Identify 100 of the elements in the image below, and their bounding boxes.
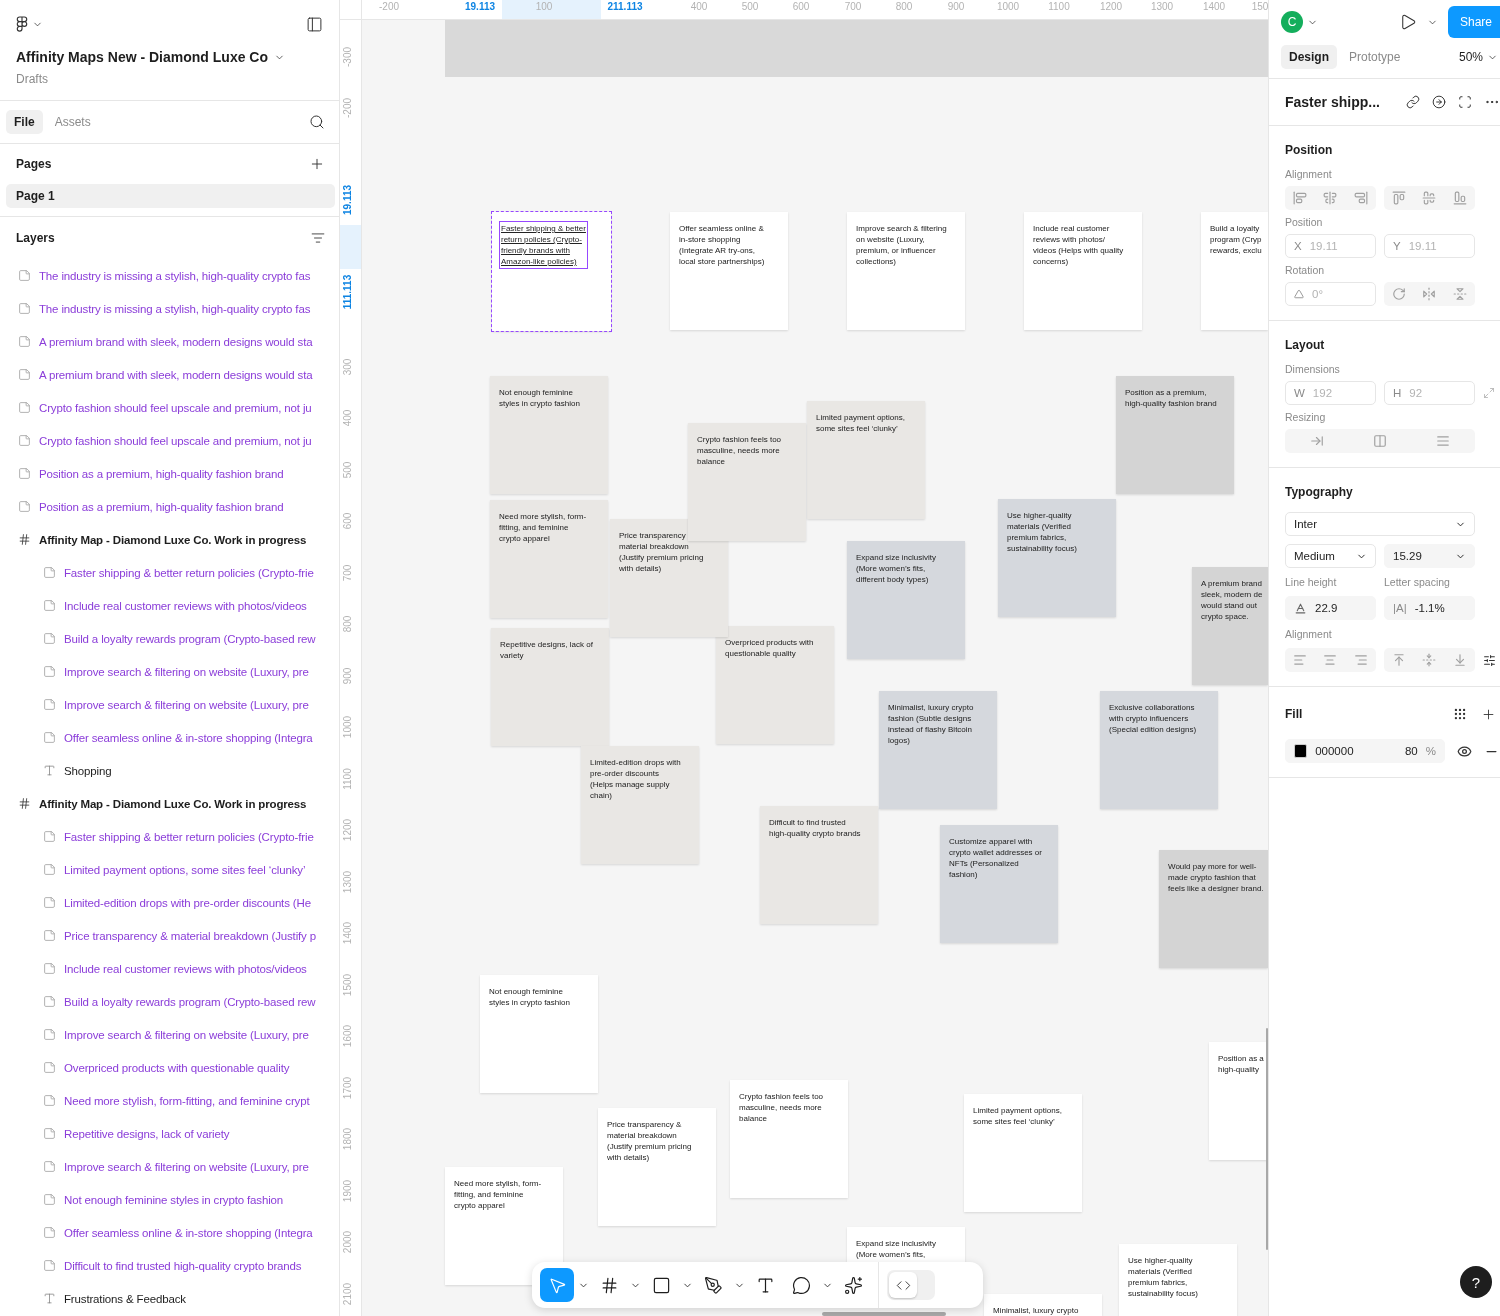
layer-name[interactable]: Faster shipping & better return policies (Crypto-frie — [64, 566, 314, 579]
layer-name[interactable]: Improve search & filtering on website (Luxury, pre — [64, 1160, 309, 1173]
sticky-note[interactable]: Faster shipping & better return policies (Crypto- friendly brands with Amazon-like policies) — [492, 212, 611, 331]
sticky-note[interactable]: Include real customer reviews with photos/ videos (Helps with quality concerns) — [1024, 212, 1142, 330]
logo-icon[interactable] — [16, 15, 28, 33]
align-top-icon[interactable] — [1392, 653, 1407, 667]
x-field[interactable]: X 19.11 — [1285, 234, 1376, 258]
font-dropdown[interactable]: Inter — [1285, 512, 1475, 536]
layer-name[interactable]: Position as a premium, high-quality fashion brand — [39, 467, 284, 480]
add-page-icon[interactable] — [309, 156, 325, 172]
add-icon[interactable] — [1481, 706, 1496, 722]
layer-name[interactable]: Build a loyalty rewards program (Crypto-based rew — [64, 995, 316, 1008]
sticky-note[interactable]: Difficult to find trusted high-quality crypto brands — [760, 806, 878, 924]
dev-mode-toggle[interactable] — [887, 1270, 935, 1300]
layer-name[interactable]: Limited payment options, some sites feel ‘clunky’ — [64, 863, 306, 876]
layer-name[interactable]: Build a loyalty rewards program (Crypto-based rew — [64, 632, 316, 645]
vertical-scrollbar[interactable] — [1266, 1028, 1268, 1250]
sticky-note[interactable]: Improve search & filtering on website (Luxury, premium, or influencer collections) — [847, 212, 965, 330]
layer-name[interactable]: Not enough feminine styles in crypto fashion — [64, 1193, 284, 1206]
sticky-note[interactable]: Need more stylish, form- fitting, and feminine crypto apparel — [490, 500, 608, 618]
sticky-note[interactable]: Need more stylish, form- fitting, and feminine crypto apparel — [445, 1167, 563, 1285]
width-field[interactable]: W 192 — [1285, 381, 1376, 405]
hug-icon[interactable] — [1373, 434, 1387, 448]
layer-name[interactable]: Limited-edition drops with pre-order discounts (He — [64, 896, 311, 909]
align-middle-icon[interactable] — [1422, 653, 1437, 667]
align-right-icon[interactable] — [1353, 191, 1368, 205]
panel-tab[interactable]: File — [6, 110, 43, 134]
layer-name[interactable]: Affinity Map - Diamond Luxe Co. Work in progress — [39, 797, 307, 810]
flip-horizontal-icon[interactable] — [1422, 287, 1437, 301]
layer-name[interactable]: Offer seamless online & in-store shopping (Integra — [64, 1226, 313, 1239]
letter-spacing-field[interactable]: |A| -1.1% — [1384, 596, 1475, 620]
design-tab[interactable]: Prototype — [1341, 45, 1409, 69]
layer-name[interactable]: Include real customer reviews with photos/videos — [64, 962, 307, 975]
align-left-icon[interactable] — [1293, 653, 1308, 667]
layer-name[interactable]: Repetitive designs, lack of variety — [64, 1127, 230, 1140]
line-height-field[interactable]: 22.9 — [1285, 596, 1376, 620]
layer-name[interactable]: Offer seamless online & in-store shopping (Integra — [64, 731, 313, 744]
sticky-note[interactable]: Limited payment options, some sites feel ‘clunky’ — [964, 1094, 1082, 1212]
fixed-width-icon[interactable] — [1309, 434, 1324, 448]
rotate-icon[interactable] — [1392, 287, 1407, 301]
sticky-note[interactable]: Price transparency material breakdown (Justify premium pricing with details) — [610, 519, 728, 637]
layer-name[interactable]: Affinity Map - Diamond Luxe Co. Work in progress — [39, 533, 307, 546]
layer-name[interactable]: The industry is missing a stylish, high-quality crypto fas — [39, 269, 311, 282]
sticky-note[interactable]: Minimalist, luxury crypto fashion (Subtle designs instead of flashy Bitcoin logos) — [879, 691, 997, 809]
sticky-note[interactable]: Position as a premium, high-quality fashion brand — [1116, 376, 1234, 494]
font-size-field[interactable]: 15.29 — [1384, 544, 1475, 568]
sticky-note[interactable]: Minimalist, luxury crypto — [984, 1294, 1102, 1316]
panel-tab[interactable]: Assets — [46, 110, 99, 134]
sticky-note[interactable]: Limited payment options, some sites feel ‘clunky’ — [807, 401, 925, 519]
sidebar-toggle-icon[interactable] — [306, 15, 323, 33]
help-button[interactable]: ? — [1460, 1266, 1492, 1298]
sticky-note[interactable]: Customize apparel with crypto wallet addresses or NFTs (Personalized fashion) — [940, 825, 1058, 943]
sticky-note[interactable]: Expand size inclusivity (More women’s fits, different body types) — [847, 541, 965, 659]
layer-name[interactable]: A premium brand with sleek, modern designs would sta — [39, 368, 313, 381]
layer-name[interactable]: The industry is missing a stylish, high-quality crypto fas — [39, 302, 311, 315]
styles-icon[interactable] — [1453, 707, 1467, 721]
align-bottom-icon[interactable] — [1452, 653, 1467, 667]
fill-field[interactable]: 000000 80 % — [1285, 739, 1445, 763]
sticky-note[interactable]: Would pay more for well- made crypto fashion that feels like a designer brand. — [1159, 850, 1268, 968]
sticky-note[interactable]: Not enough feminine styles in crypto fashion — [490, 376, 608, 494]
sticky-note[interactable]: Exclusive collaborations with crypto influencers (Special edition designs) — [1100, 691, 1218, 809]
weight-dropdown[interactable]: Medium — [1285, 544, 1376, 568]
layer-name[interactable]: Improve search & filtering on website (Luxury, pre — [64, 1028, 309, 1041]
sticky-note[interactable]: Overpriced products with questionable quality — [716, 626, 834, 744]
align-left-icon[interactable] — [1293, 191, 1308, 205]
layer-name[interactable]: Difficult to find trusted high-quality crypto brands — [64, 1259, 302, 1272]
sticky-note[interactable]: Not enough feminine styles in crypto fashion — [480, 975, 598, 1093]
layer-name[interactable]: Improve search & filtering on website (Luxury, pre — [64, 698, 309, 711]
sticky-note[interactable]: A premium brand sleek, modern de would stand out crypto space. — [1192, 567, 1268, 685]
sticky-note[interactable]: Expand size inclusivity (More women’s fits, — [847, 1227, 965, 1262]
sticky-note[interactable]: Offer seamless online & in-store shopping (Integrate AR try-ons, local store partnerships) — [670, 212, 788, 330]
layer-name[interactable]: Crypto fashion should feel upscale and premium, not ju — [39, 401, 312, 414]
zoom-level[interactable]: 50% — [1458, 50, 1483, 64]
layer-name[interactable]: A premium brand with sleek, modern designs would sta — [39, 335, 313, 348]
sticky-note[interactable]: Crypto fashion feels too masculine, needs more balance — [730, 1080, 848, 1198]
layer-name[interactable]: Include real customer reviews with photos/videos — [64, 599, 307, 612]
page-item[interactable]: Page 1 — [6, 184, 335, 208]
eye-icon[interactable] — [1457, 743, 1472, 759]
fill-icon[interactable] — [1436, 434, 1451, 448]
y-field[interactable]: Y 19.11 — [1384, 234, 1475, 258]
file-title[interactable]: Affinity Maps New - Diamond Luxe Co — [16, 49, 268, 65]
align-top-icon[interactable] — [1392, 191, 1407, 205]
sticky-note[interactable]: Crypto fashion feels too masculine, needs more balance — [688, 423, 806, 541]
align-middle-icon[interactable] — [1422, 191, 1437, 205]
sticky-note[interactable]: Use higher-quality materials (Verified premium fabrics, sustainability focus) — [1119, 1244, 1237, 1316]
layer-name[interactable]: Price transparency & material breakdown (Justify p — [64, 929, 316, 942]
settings-icon[interactable] — [1483, 653, 1496, 667]
align-bottom-icon[interactable] — [1452, 191, 1467, 205]
layer-name[interactable]: Crypto fashion should feel upscale and premium, not ju — [39, 434, 312, 447]
align-right-icon[interactable] — [1353, 653, 1368, 667]
sticky-note[interactable]: Position as a high-quality — [1209, 1042, 1268, 1160]
layer-name[interactable]: Need more stylish, form-fitting, and feminine crypt — [64, 1094, 310, 1107]
layer-name[interactable]: Position as a premium, high-quality fashion brand — [39, 500, 284, 513]
flip-vertical-icon[interactable] — [1452, 287, 1467, 301]
layer-name[interactable]: Faster shipping & better return policies (Crypto-frie — [64, 830, 314, 843]
search-icon[interactable] — [309, 114, 325, 130]
sticky-note[interactable]: Repetitive designs, lack of variety — [491, 628, 609, 746]
layer-name[interactable]: Frustrations & Feedback — [64, 1292, 186, 1305]
sticky-note[interactable]: Build a loyalty program (Cryp rewards, exclu — [1201, 212, 1268, 330]
layer-name[interactable]: Overpriced products with questionable quality — [64, 1061, 290, 1074]
